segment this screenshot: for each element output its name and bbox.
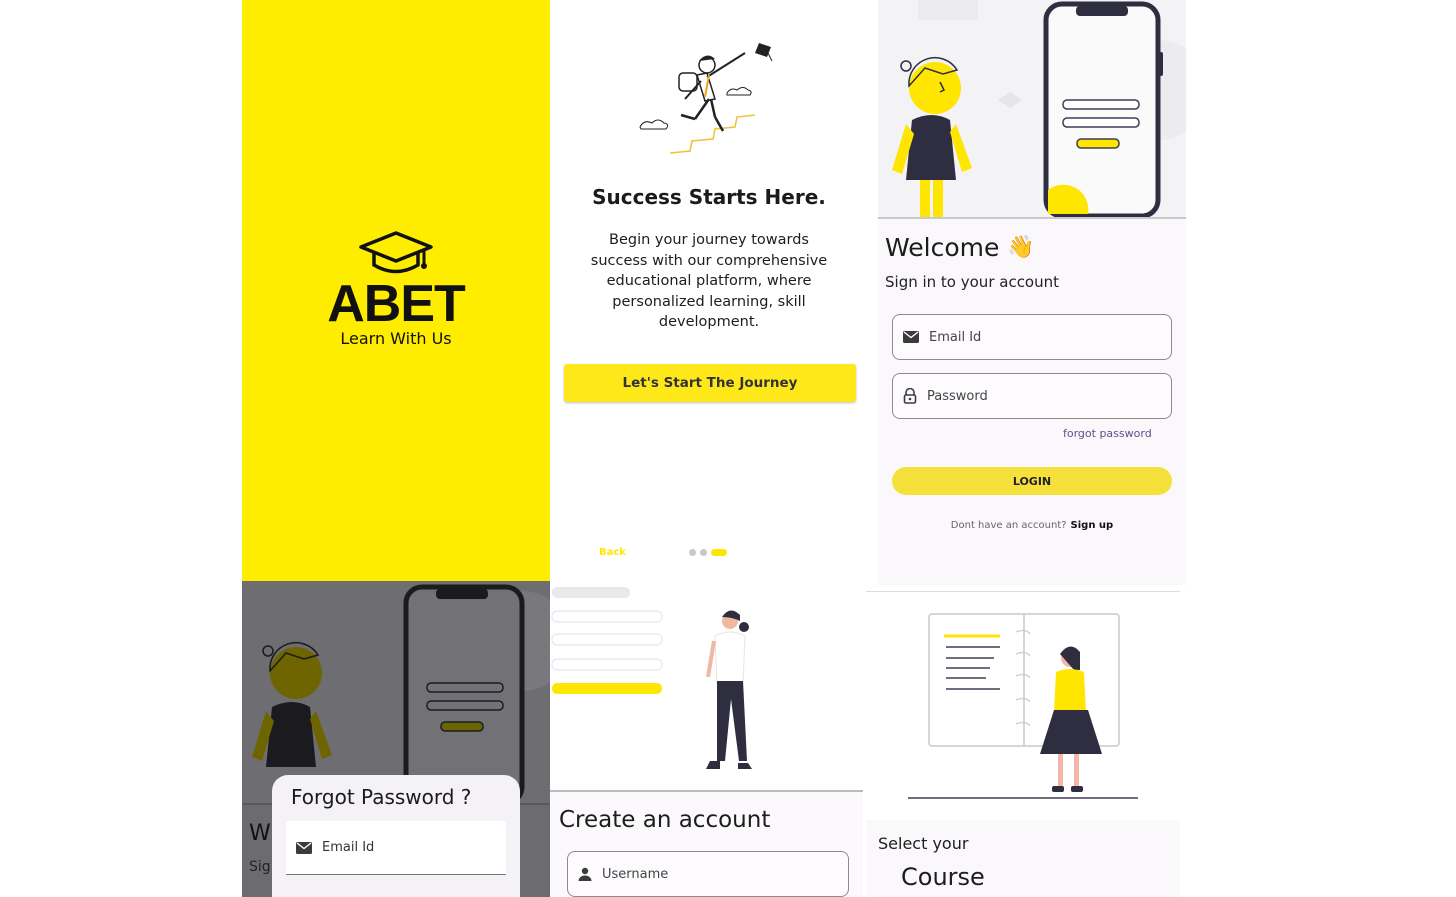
- forgot-password-screen: W Sig Forgot Password ? Email Id: [242, 581, 550, 897]
- lock-icon: [903, 388, 917, 404]
- email-field[interactable]: Email Id: [892, 314, 1172, 360]
- welcome-heading: Welcome 👋: [885, 233, 1035, 262]
- divider: [878, 217, 1186, 219]
- signup-link[interactable]: Sign up: [1071, 520, 1114, 531]
- graduation-cap-icon: [359, 231, 433, 274]
- register-title: Create an account: [559, 807, 771, 833]
- select-label: Select your: [878, 834, 969, 853]
- login-illustration: [878, 0, 1186, 218]
- course-heading: Course: [901, 863, 985, 891]
- login-button[interactable]: LOGIN: [892, 467, 1172, 495]
- start-journey-button[interactable]: Let's Start The Journey: [564, 364, 856, 402]
- mail-icon: [903, 331, 919, 343]
- page-dot[interactable]: [689, 549, 696, 556]
- reset-email-field[interactable]: Email Id: [286, 821, 506, 875]
- no-account-text: Dont have an account?: [950, 520, 1067, 531]
- login-screen: Welcome 👋 Sign in to your account Email …: [878, 0, 1186, 585]
- page-dot[interactable]: [700, 549, 707, 556]
- divider: [550, 790, 863, 792]
- username-field[interactable]: Username: [567, 851, 849, 897]
- forgot-password-dialog: Forgot Password ? Email Id: [272, 775, 520, 897]
- signup-prompt: Dont have an account? Sign up: [878, 520, 1186, 531]
- page-dot-active[interactable]: [711, 549, 727, 556]
- brand-logo-text: ABET: [327, 275, 466, 333]
- onboarding-description: Begin your journey towards success with …: [590, 232, 828, 330]
- email-placeholder: Email Id: [929, 329, 982, 345]
- background-subtitle: Sig: [249, 859, 271, 875]
- password-placeholder: Password: [927, 388, 988, 404]
- username-placeholder: Username: [602, 866, 669, 882]
- notebook-woman-illustration: [908, 613, 1138, 799]
- page-indicator: [689, 549, 727, 556]
- climbing-student-illustration: [639, 43, 773, 154]
- dialog-title: Forgot Password ?: [291, 785, 472, 809]
- select-course-screen: Select your Course: [866, 591, 1180, 897]
- register-illustration: [550, 581, 863, 791]
- person-icon: [578, 867, 592, 881]
- wave-icon: 👋: [1007, 235, 1035, 260]
- splash-screen: ABET Learn With Us: [242, 0, 550, 581]
- background-heading: W: [249, 821, 271, 846]
- onboarding-screen: Success Starts Here. Begin your journey …: [550, 0, 864, 580]
- mail-icon: [296, 841, 312, 854]
- tagline: Learn With Us: [340, 329, 452, 348]
- welcome-text: Welcome: [885, 233, 1000, 262]
- reset-email-placeholder: Email Id: [322, 840, 375, 855]
- dimmed-login-illustration: [242, 581, 550, 803]
- back-button[interactable]: Back: [599, 547, 626, 558]
- password-field[interactable]: Password: [892, 373, 1172, 419]
- register-screen: Create an account Username: [550, 581, 863, 897]
- forgot-password-link[interactable]: forgot password: [1063, 427, 1152, 440]
- signin-subtitle: Sign in to your account: [885, 273, 1060, 291]
- onboarding-title: Success Starts Here.: [592, 185, 826, 209]
